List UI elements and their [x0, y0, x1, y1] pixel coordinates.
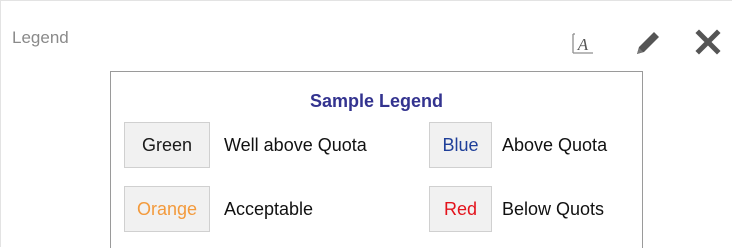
legend-description: Well above Quota: [224, 135, 367, 155]
edit-button[interactable]: [631, 29, 665, 57]
legend-chip-label: Red: [443, 198, 478, 219]
legend-description: Below Quots: [502, 199, 605, 219]
close-icon: [695, 29, 721, 55]
legend-panel: Legend A Sample Legend Green Well above …: [0, 0, 732, 248]
font-settings-button[interactable]: A: [569, 29, 597, 57]
legend-chip-label: Orange: [136, 198, 198, 219]
legend-chip-label: Blue: [442, 134, 479, 155]
legend-box: Sample Legend Green Well above Quota Blu…: [110, 71, 643, 248]
pencil-icon: [637, 32, 659, 54]
legend-description: Above Quota: [502, 135, 608, 155]
legend-chip-orange: Orange: [124, 186, 210, 232]
legend-chip-blue: Blue: [429, 122, 492, 168]
font-icon-glyph: A: [577, 35, 589, 54]
legend-chip-green: Green: [124, 122, 210, 168]
close-button[interactable]: [693, 29, 723, 57]
legend-description: Acceptable: [224, 199, 314, 219]
legend-title: Sample Legend: [309, 91, 444, 111]
panel-title: Legend: [12, 28, 69, 47]
legend-chip-label: Green: [141, 134, 193, 155]
legend-chip-red: Red: [429, 186, 492, 232]
font-icon: A: [572, 33, 593, 54]
